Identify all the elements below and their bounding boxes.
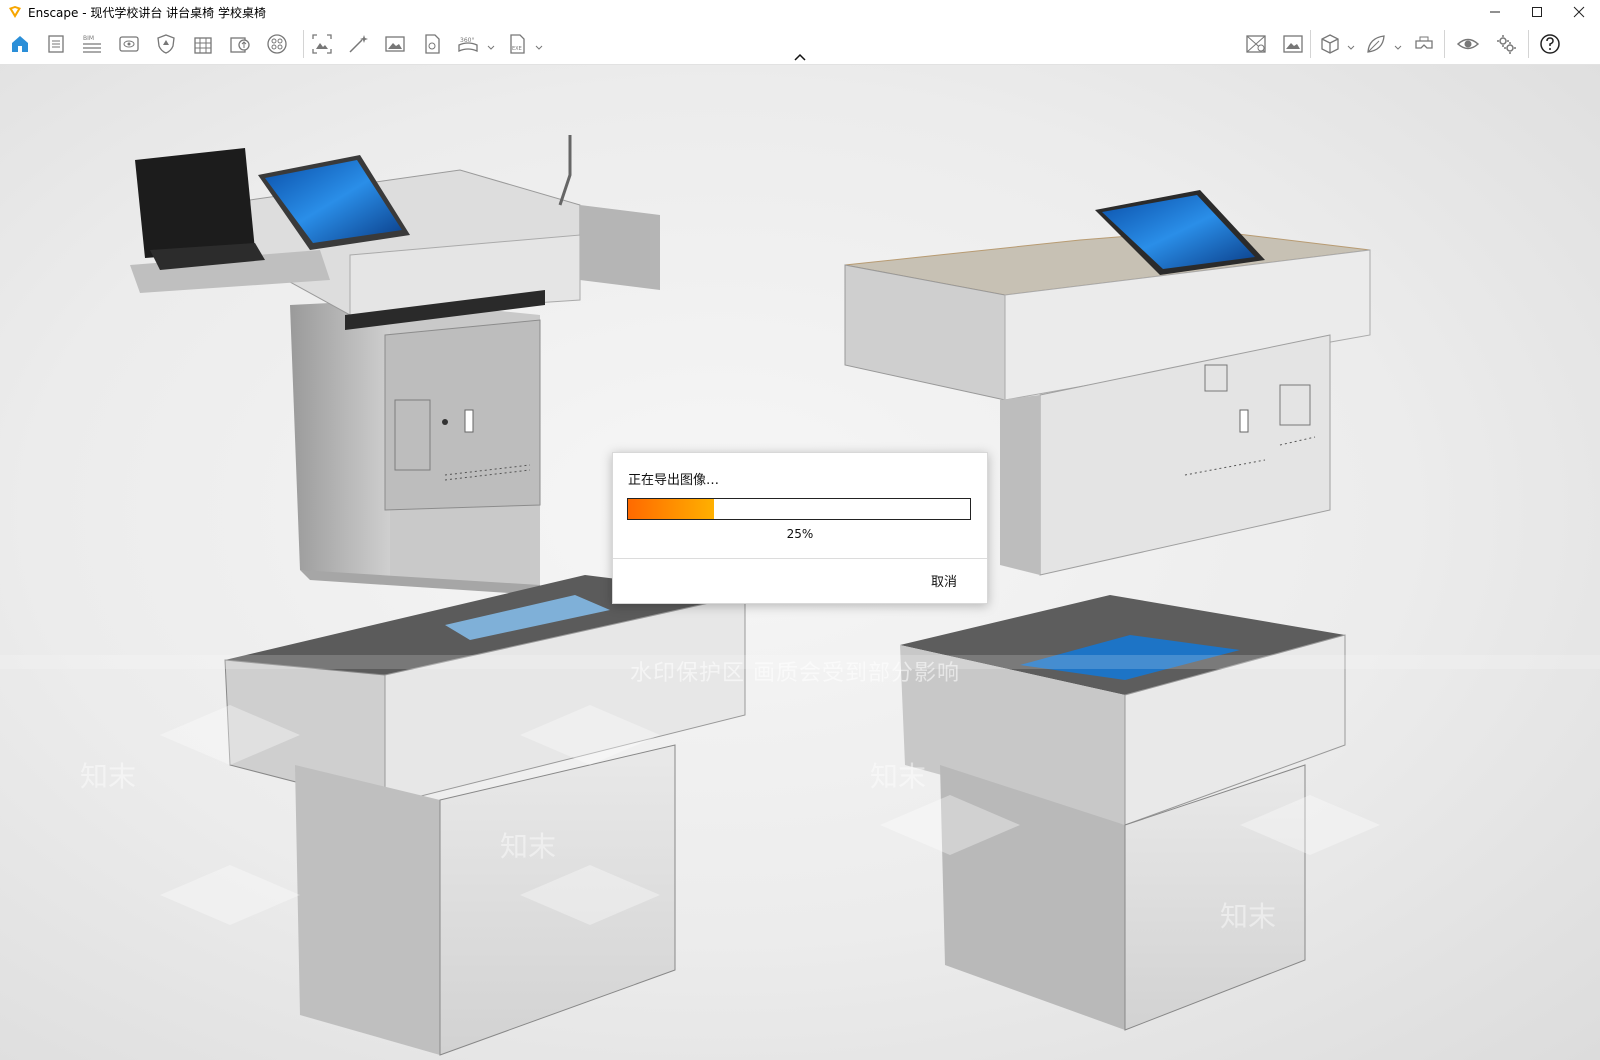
home-button[interactable] bbox=[8, 32, 32, 56]
title-bar: Enscape - 现代学校讲台 讲台桌椅 学校桌椅 bbox=[0, 0, 1600, 24]
podium-bottom-left bbox=[224, 575, 746, 1056]
watermark-brand: 知末 bbox=[80, 760, 137, 793]
watermark-notice: 水印保护区 画质会受到部分影响 bbox=[630, 661, 960, 686]
export-button[interactable] bbox=[420, 32, 444, 56]
eye-icon bbox=[1457, 38, 1479, 50]
screenshot-button[interactable] bbox=[310, 32, 334, 56]
enscape-logo-icon bbox=[9, 6, 21, 18]
panorama-360-icon: 360° bbox=[458, 37, 478, 52]
image-button[interactable] bbox=[383, 32, 407, 56]
upload-icon bbox=[230, 37, 250, 53]
building-button[interactable] bbox=[191, 32, 215, 56]
assets-icon bbox=[48, 35, 64, 53]
watermark-brand: 知末 bbox=[1220, 900, 1277, 933]
vr-headset-button[interactable] bbox=[1412, 32, 1436, 56]
progress-fill bbox=[628, 499, 714, 519]
close-button[interactable] bbox=[1558, 0, 1600, 24]
image-icon bbox=[385, 36, 405, 52]
close-icon bbox=[1573, 6, 1585, 18]
assets-button[interactable] bbox=[44, 32, 68, 56]
dialog-divider bbox=[613, 558, 987, 559]
leaf-dropdown[interactable] bbox=[1393, 38, 1403, 50]
settings-button[interactable] bbox=[1494, 32, 1518, 56]
vr-headset-icon bbox=[1415, 36, 1433, 49]
bim-button[interactable]: BIM bbox=[80, 32, 104, 56]
exe-dropdown[interactable] bbox=[534, 38, 544, 50]
panorama-button[interactable]: 360° bbox=[456, 32, 480, 56]
material-button[interactable] bbox=[265, 32, 289, 56]
chevron-down-icon bbox=[535, 45, 543, 50]
chevron-down-icon bbox=[487, 45, 495, 50]
help-icon bbox=[1540, 34, 1560, 54]
gallery-icon bbox=[1283, 35, 1303, 53]
material-icon bbox=[267, 34, 287, 54]
minimize-icon bbox=[1490, 11, 1500, 13]
maximize-button[interactable] bbox=[1516, 0, 1558, 24]
export-progress-dialog: 正在导出图像… 25% 取消 bbox=[612, 452, 988, 604]
map-button[interactable] bbox=[1244, 32, 1268, 56]
svg-text:BIM: BIM bbox=[83, 35, 94, 42]
watermark-brand: 知末 bbox=[870, 760, 927, 793]
cancel-button[interactable]: 取消 bbox=[918, 567, 970, 593]
cube-button[interactable] bbox=[1318, 32, 1342, 56]
settings-icon bbox=[1497, 35, 1516, 54]
leaf-button[interactable] bbox=[1364, 32, 1388, 56]
exe-export-icon: EXE bbox=[510, 34, 525, 54]
cube-dropdown[interactable] bbox=[1346, 38, 1356, 50]
magic-wand-button[interactable] bbox=[346, 32, 370, 56]
home-icon bbox=[12, 36, 28, 52]
minimize-button[interactable] bbox=[1474, 0, 1516, 24]
export-status-message: 正在导出图像… bbox=[628, 473, 720, 488]
eye-button[interactable] bbox=[1456, 32, 1480, 56]
shield-icon bbox=[157, 34, 175, 54]
map-icon bbox=[1246, 35, 1266, 53]
watermark-brand: 知末 bbox=[500, 830, 557, 863]
gallery-button[interactable] bbox=[1281, 32, 1305, 56]
export-icon bbox=[425, 34, 440, 54]
magic-wand-icon bbox=[349, 35, 368, 53]
chevron-down-icon bbox=[1394, 45, 1402, 50]
progress-percent-label: 25% bbox=[786, 527, 814, 541]
screenshot-icon bbox=[312, 34, 332, 54]
window-title: Enscape - 现代学校讲台 讲台桌椅 学校桌椅 bbox=[28, 5, 266, 20]
leaf-icon bbox=[1367, 35, 1385, 53]
exe-export-button[interactable]: EXE bbox=[505, 32, 529, 56]
collapse-toolbar-icon[interactable] bbox=[793, 52, 807, 62]
cube-icon bbox=[1321, 34, 1339, 54]
views-icon bbox=[119, 36, 139, 52]
svg-text:EXE: EXE bbox=[512, 46, 522, 52]
maximize-icon bbox=[1532, 7, 1542, 17]
building-icon bbox=[194, 37, 212, 54]
help-button[interactable] bbox=[1538, 32, 1562, 56]
upload-button[interactable] bbox=[228, 32, 252, 56]
export-progress-bar bbox=[627, 498, 971, 520]
chevron-down-icon bbox=[1347, 45, 1355, 50]
views-button[interactable] bbox=[117, 32, 141, 56]
bim-icon: BIM bbox=[83, 35, 101, 53]
panorama-dropdown[interactable] bbox=[486, 38, 496, 50]
shield-button[interactable] bbox=[154, 32, 178, 56]
podium-top-left bbox=[130, 135, 660, 595]
